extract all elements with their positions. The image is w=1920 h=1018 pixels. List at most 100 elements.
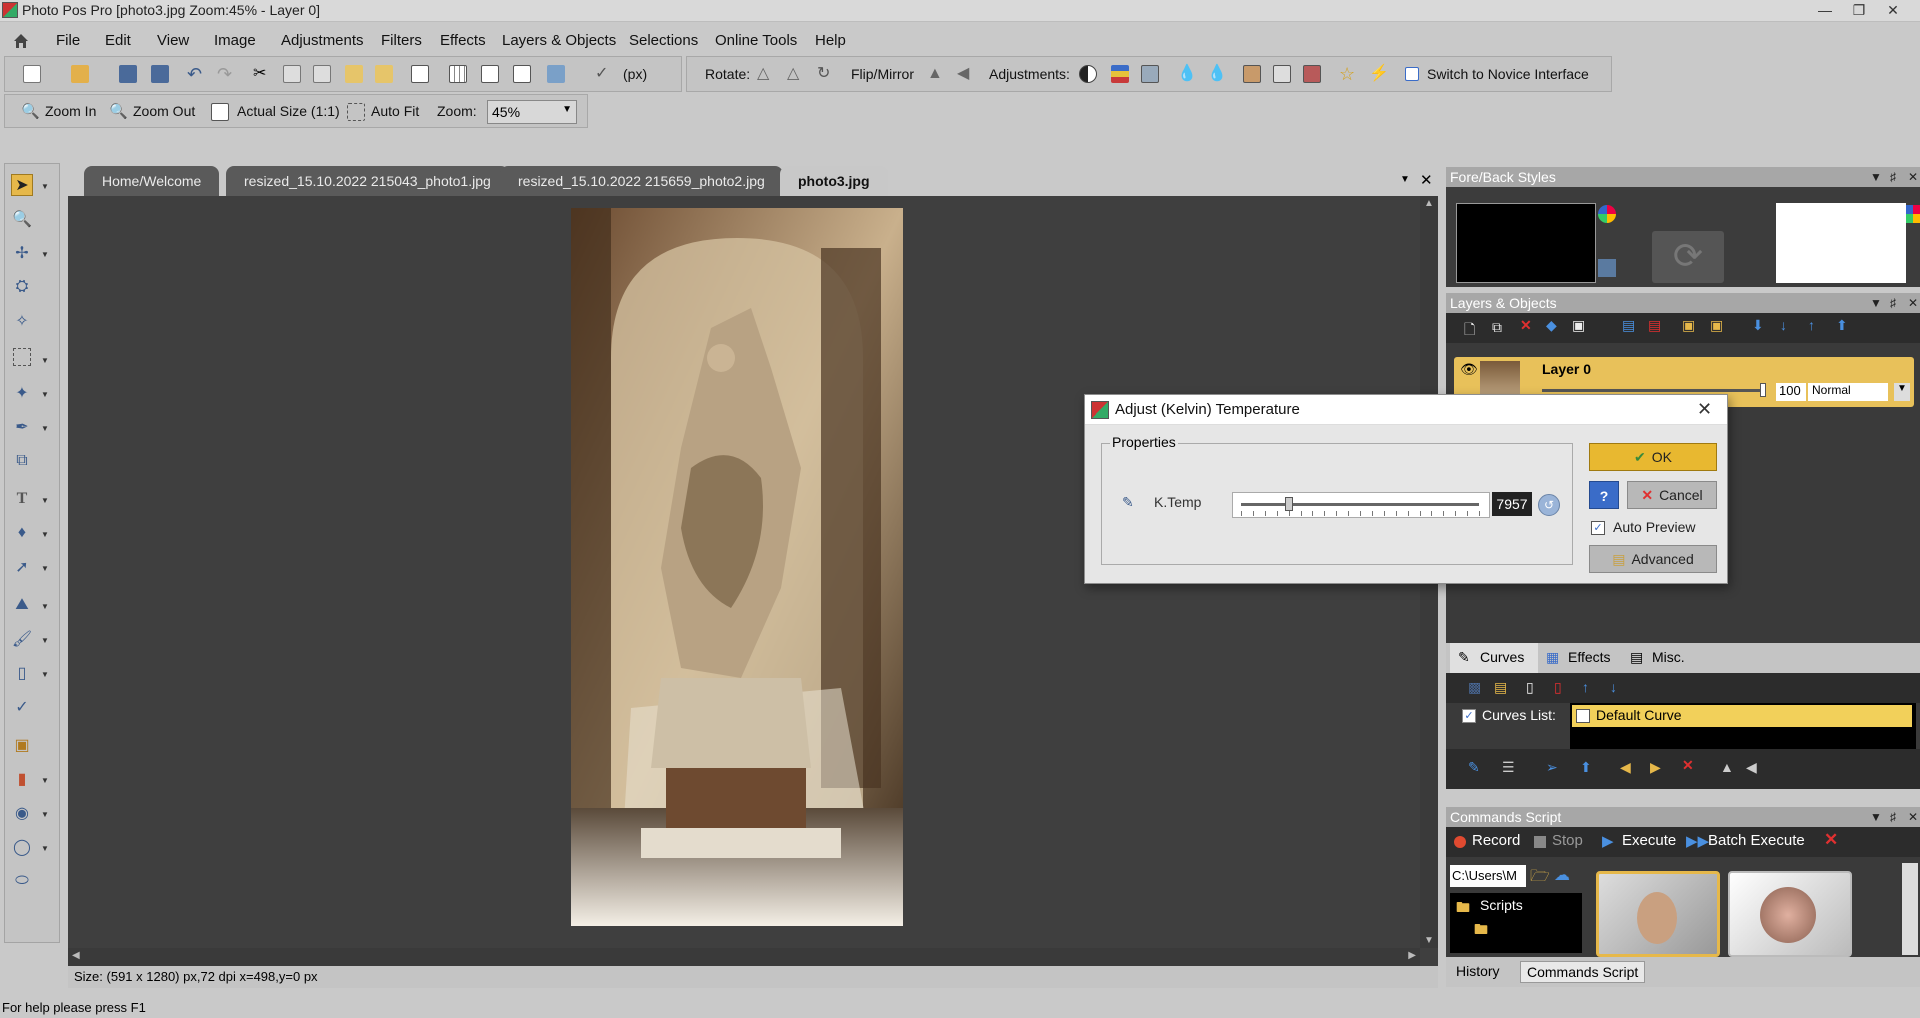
save-all-icon[interactable] bbox=[151, 65, 169, 83]
auto-preview-checkbox[interactable]: ✓ bbox=[1591, 521, 1605, 535]
flip-mirror-label[interactable]: Flip/Mirror bbox=[851, 66, 914, 82]
straighten-tool-icon[interactable]: ✧ bbox=[11, 310, 33, 332]
menu-view[interactable]: View bbox=[157, 32, 189, 49]
menu-help[interactable]: Help bbox=[815, 32, 846, 49]
commands-scrollbar[interactable] bbox=[1902, 863, 1918, 955]
curve-layers-icon[interactable]: ☰ bbox=[1502, 759, 1515, 776]
crop-tool-icon[interactable]: ⛭ bbox=[11, 276, 33, 298]
layer-name[interactable]: Layer 0 bbox=[1542, 361, 1591, 377]
menu-selections[interactable]: Selections bbox=[629, 32, 698, 49]
chevron-down-icon[interactable]: ▼ bbox=[1870, 293, 1882, 313]
curve-down-icon[interactable]: ↓ bbox=[1610, 679, 1617, 695]
eraser-tool-icon[interactable]: ▯ bbox=[11, 662, 33, 684]
ok-button[interactable]: ✔ OK bbox=[1589, 443, 1717, 471]
units-select[interactable]: (px) bbox=[623, 66, 647, 82]
fore-pick-icon[interactable] bbox=[1598, 259, 1616, 277]
curve-flip-v-icon[interactable]: ◀ bbox=[1746, 759, 1757, 776]
dialog-close-icon[interactable]: ✕ bbox=[1697, 399, 1712, 420]
shapes-tool-icon[interactable]: ♦ bbox=[11, 522, 33, 544]
fill-tool-icon[interactable]: ⛰ bbox=[11, 594, 33, 616]
lightning-icon[interactable]: ⚡ bbox=[1369, 65, 1389, 83]
image-icon[interactable] bbox=[547, 65, 565, 83]
red-photo-icon[interactable] bbox=[1303, 65, 1321, 83]
stamp-tool-icon[interactable]: ▣ bbox=[11, 734, 33, 756]
pin-icon[interactable]: ♯ bbox=[1890, 167, 1896, 187]
ungroup-icon[interactable]: ▣ bbox=[1710, 317, 1723, 334]
cut-icon[interactable]: ✂ bbox=[253, 65, 271, 83]
dialog-title-bar[interactable]: Adjust (Kelvin) Temperature ✕ bbox=[1085, 395, 1727, 425]
tab-photo3[interactable]: photo3.jpg bbox=[780, 166, 888, 196]
foreground-swatch[interactable] bbox=[1456, 203, 1596, 283]
open-curve-icon[interactable]: ▤ bbox=[1494, 679, 1507, 696]
paste-icon[interactable] bbox=[345, 65, 363, 83]
menu-edit[interactable]: Edit bbox=[105, 32, 131, 49]
chevron-down-icon[interactable]: ▼ bbox=[41, 424, 49, 433]
menu-file[interactable]: File bbox=[56, 32, 80, 49]
scripts-folder-label[interactable]: Scripts bbox=[1480, 897, 1523, 913]
brush-tool-icon[interactable]: 🖌 bbox=[11, 628, 33, 650]
advanced-button[interactable]: ▤ Advanced bbox=[1589, 545, 1717, 573]
script-thumbnail-face[interactable] bbox=[1596, 871, 1720, 957]
color-balance-icon[interactable] bbox=[1111, 65, 1129, 83]
flip-horizontal-icon[interactable]: ▲ bbox=[927, 65, 945, 83]
curve-delete-icon[interactable]: ✕ bbox=[1682, 757, 1694, 774]
zoom-select[interactable]: 45% ▼ bbox=[487, 100, 577, 124]
restore-button[interactable]: ❐ bbox=[1842, 0, 1876, 22]
background-swatch[interactable] bbox=[1776, 203, 1906, 283]
delete-curve-icon[interactable]: ▯ bbox=[1554, 679, 1562, 696]
duplicate-layer-icon[interactable]: ⧉ bbox=[1492, 319, 1502, 336]
tab-photo2[interactable]: resized_15.10.2022 215659_photo2.jpg bbox=[500, 166, 783, 196]
chevron-down-icon[interactable]: ▼ bbox=[1870, 167, 1882, 187]
sepia-icon[interactable] bbox=[1243, 65, 1261, 83]
scripts-tree[interactable]: 🖿 Scripts 🖿 bbox=[1450, 893, 1582, 953]
blue-droplet-icon[interactable]: 💧 bbox=[1207, 65, 1227, 83]
preview-icon[interactable] bbox=[411, 65, 429, 83]
contrast-icon[interactable] bbox=[1079, 65, 1097, 83]
tab-history[interactable]: History bbox=[1450, 961, 1506, 981]
minimize-button[interactable]: — bbox=[1808, 0, 1842, 22]
layer-properties-icon[interactable]: ◆ bbox=[1546, 317, 1557, 334]
pin-icon[interactable]: ♯ bbox=[1890, 807, 1896, 827]
chevron-down-icon[interactable]: ▼ bbox=[1870, 807, 1882, 827]
close-icon[interactable]: ✕ bbox=[1908, 807, 1918, 827]
group-icon[interactable]: ▣ bbox=[1682, 317, 1695, 334]
record-icon[interactable] bbox=[1454, 836, 1466, 848]
chevron-down-icon[interactable]: ▼ bbox=[41, 636, 49, 645]
record-button[interactable]: Record bbox=[1472, 832, 1520, 849]
select-tool-icon[interactable]: ➤ bbox=[11, 174, 33, 196]
photo-image[interactable] bbox=[571, 208, 903, 926]
chevron-down-icon[interactable]: ▼ bbox=[41, 844, 49, 853]
new-curve-icon[interactable]: ▯ bbox=[1526, 679, 1534, 696]
move-up-icon[interactable]: ↑ bbox=[1808, 317, 1815, 333]
switch-novice-button[interactable]: Switch to Novice Interface bbox=[1427, 66, 1589, 82]
rotate-right-icon[interactable]: △ bbox=[787, 65, 805, 83]
menu-filters[interactable]: Filters bbox=[381, 32, 422, 49]
open-folder-icon[interactable] bbox=[71, 65, 89, 83]
text-tool-icon[interactable]: T bbox=[11, 488, 33, 510]
curves-list-checkbox[interactable]: ✓ bbox=[1462, 709, 1476, 723]
chevron-down-icon[interactable]: ▼ bbox=[41, 250, 49, 259]
chevron-down-icon[interactable]: ▼ bbox=[1894, 383, 1910, 401]
zoom-in-button[interactable]: Zoom In bbox=[45, 103, 96, 119]
scroll-right-icon[interactable]: ▶ bbox=[1408, 950, 1416, 961]
stop-icon[interactable] bbox=[1534, 836, 1546, 848]
tab-commands-script[interactable]: Commands Script bbox=[1520, 961, 1646, 983]
novice-interface-icon[interactable] bbox=[1405, 67, 1419, 81]
auto-fit-button[interactable]: Auto Fit bbox=[371, 103, 419, 119]
stop-button[interactable]: Stop bbox=[1552, 832, 1583, 849]
chevron-down-icon[interactable]: ▼ bbox=[41, 356, 49, 365]
opacity-slider-handle[interactable] bbox=[1760, 383, 1766, 397]
curve-import-icon[interactable]: ◀ bbox=[1620, 759, 1631, 776]
ktemp-value[interactable]: 7957 bbox=[1492, 492, 1532, 516]
blend-mode-select[interactable]: Normal bbox=[1808, 383, 1888, 401]
swap-colors-icon[interactable]: ⟳ bbox=[1652, 231, 1724, 283]
opacity-slider[interactable] bbox=[1542, 389, 1766, 392]
ellipse-select-icon[interactable]: ⬭ bbox=[11, 870, 33, 892]
list-item[interactable]: Default Curve bbox=[1572, 705, 1912, 727]
zoom-in-icon[interactable]: 🔍 bbox=[21, 103, 40, 121]
delete-layer-icon[interactable]: ✕ bbox=[1520, 317, 1532, 334]
curve-forward-icon[interactable]: ➢ bbox=[1546, 759, 1558, 776]
actual-size-button[interactable]: Actual Size (1:1) bbox=[237, 103, 340, 119]
line-tool-icon[interactable]: ➚ bbox=[11, 556, 33, 578]
close-tab-icon[interactable]: ✕ bbox=[1420, 171, 1433, 189]
